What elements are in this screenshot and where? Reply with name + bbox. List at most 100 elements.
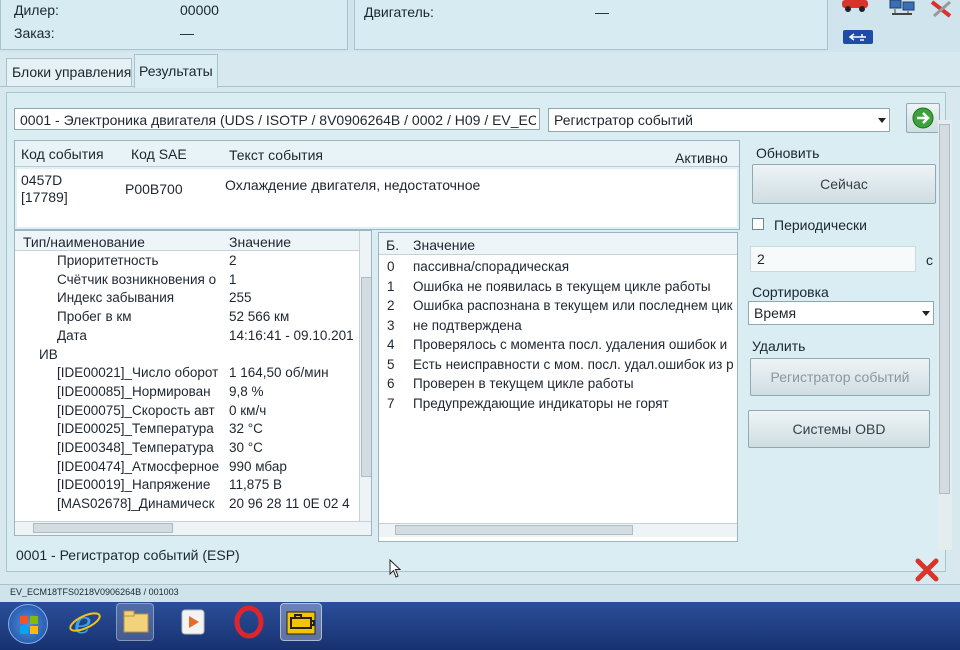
status-row-value: Проверен в текущем цикле работы xyxy=(413,376,634,391)
status-row-value: пассивна/спорадическая xyxy=(413,259,570,274)
status-hscroll-thumb[interactable] xyxy=(395,525,633,535)
side-vscroll[interactable] xyxy=(938,120,952,550)
details-row-name[interactable]: [IDE00085]_Нормирован xyxy=(57,384,223,399)
status-col-value[interactable]: Значение xyxy=(413,237,475,253)
details-row-name[interactable]: Дата xyxy=(57,328,223,343)
engine-value: — xyxy=(595,4,609,20)
status-row-value: Есть неисправности с мом. посл. удал.оши… xyxy=(413,356,734,372)
status-row-value: Проверялось с момента посл. удаления оши… xyxy=(413,337,728,352)
go-button[interactable] xyxy=(906,103,940,133)
obd-systems-button[interactable]: Системы OBD xyxy=(748,410,930,448)
periodic-label: Периодически xyxy=(774,217,867,233)
details-row-name[interactable]: [IDE00025]_Температура xyxy=(57,421,223,436)
event-table-header xyxy=(15,141,739,167)
svg-text:e: e xyxy=(74,606,92,641)
details-row-name[interactable]: Счётчик возникновения о xyxy=(57,272,223,287)
windows-logo-icon xyxy=(20,616,38,634)
side-vscroll-thumb[interactable] xyxy=(939,124,950,494)
footer-path: EV_ECM18TFS0218V0906264B / 001003 xyxy=(10,587,179,597)
details-row-value: 30 °C xyxy=(229,440,263,455)
delete-event-log-button-label: Регистратор событий xyxy=(770,369,910,385)
go-arrow-icon xyxy=(912,107,934,129)
obd-systems-button-label: Системы OBD xyxy=(792,421,886,437)
usb-icon[interactable] xyxy=(842,28,874,46)
details-vscroll[interactable] xyxy=(359,231,371,523)
status-bits-list: Б. Значение 0 пассивна/спорадическая 1 Ошиб… xyxy=(378,232,738,542)
col-active[interactable]: Активно xyxy=(675,150,728,166)
details-row-value: 11,875 В xyxy=(229,477,283,493)
status-row-value: Ошибка распознана в текущем или последне… xyxy=(413,298,733,313)
status-row-bit[interactable]: 5 xyxy=(387,357,407,372)
status-row-bit[interactable]: 3 xyxy=(387,318,407,333)
periodic-checkbox[interactable] xyxy=(752,218,764,230)
internet-explorer-icon[interactable]: e xyxy=(66,603,104,641)
vehicle-icon[interactable] xyxy=(840,0,870,12)
diagnostic-app-icon[interactable] xyxy=(280,603,322,641)
delete-event-log-button[interactable]: Регистратор событий xyxy=(750,358,930,396)
details-row-name[interactable]: [IDE00021]_Число оборот xyxy=(57,365,223,380)
details-row-name[interactable]: [IDE00019]_Напряжение xyxy=(57,477,223,492)
status-row-bit[interactable]: 6 xyxy=(387,376,407,391)
event-code-line1: 0457D xyxy=(21,172,63,188)
network-computers-icon[interactable] xyxy=(888,0,916,16)
details-col-name[interactable]: Тип/наименование xyxy=(23,234,145,250)
status-col-bit[interactable]: Б. xyxy=(386,237,399,253)
tab-control-units[interactable]: Блоки управления xyxy=(6,58,132,86)
status-hscroll[interactable] xyxy=(379,523,737,537)
details-row-value: 9,8 % xyxy=(229,383,264,399)
details-row-name[interactable]: ИВ xyxy=(39,347,139,362)
col-sae-code[interactable]: Код SAE xyxy=(131,146,187,162)
mode-selector-value: Регистратор событий xyxy=(554,112,693,128)
status-row-bit[interactable]: 1 xyxy=(387,279,407,294)
details-row-name[interactable]: Пробег в км xyxy=(57,309,223,324)
opera-browser-icon[interactable] xyxy=(230,603,268,641)
mode-selector[interactable]: Регистратор событий xyxy=(548,108,890,132)
close-icon[interactable] xyxy=(914,557,940,583)
tab-control-units-label: Блоки управления xyxy=(12,64,132,80)
details-row-value: 1 xyxy=(229,271,237,287)
control-unit-selector[interactable]: 0001 - Электроника двигателя (UDS / ISOT… xyxy=(14,108,540,130)
details-row-value: 52 566 км xyxy=(229,309,290,325)
tab-results[interactable]: Результаты xyxy=(134,54,218,88)
details-hscroll-thumb[interactable] xyxy=(33,523,173,533)
sort-selector-value: Время xyxy=(754,305,797,321)
start-button[interactable] xyxy=(8,604,48,644)
media-player-icon[interactable] xyxy=(174,603,212,641)
details-list: Тип/наименование Значение Приоритетность… xyxy=(14,230,372,536)
refresh-now-button-label: Сейчас xyxy=(820,176,868,192)
refresh-now-button[interactable]: Сейчас xyxy=(752,164,936,204)
details-row-value: 990 мбар xyxy=(229,458,287,474)
delete-label: Удалить xyxy=(752,338,806,354)
details-row-name[interactable]: Индекс забывания xyxy=(57,290,223,305)
event-table: Код события Код SAE Текст события Активн… xyxy=(14,140,740,230)
sort-selector[interactable]: Время xyxy=(748,301,934,325)
status-row-bit[interactable]: 4 xyxy=(387,337,407,352)
col-event-code[interactable]: Код события xyxy=(21,146,104,162)
details-row-name[interactable]: [IDE00348]_Температура xyxy=(57,440,223,455)
tools-icon[interactable] xyxy=(928,0,956,18)
file-explorer-icon[interactable] xyxy=(116,603,154,641)
details-hscroll[interactable] xyxy=(15,521,371,535)
status-row-bit[interactable]: 2 xyxy=(387,298,407,313)
status-row-bit[interactable]: 0 xyxy=(387,259,407,274)
details-vscroll-thumb[interactable] xyxy=(361,277,371,477)
col-event-text[interactable]: Текст события xyxy=(229,147,323,163)
details-row-value: 255 xyxy=(229,290,252,306)
event-sae-code: P00B700 xyxy=(125,181,183,197)
dealer-value: 00000 xyxy=(180,2,219,18)
dealer-label: Дилер: xyxy=(14,2,59,18)
tab-results-label: Результаты xyxy=(139,63,213,79)
details-row-name[interactable]: [MAS02678]_Динамическ xyxy=(57,496,223,511)
details-row-value: 1 164,50 об/мин xyxy=(229,365,329,381)
chevron-down-icon xyxy=(878,118,886,123)
details-row-name[interactable]: [IDE00075]_Скорость авт xyxy=(57,403,223,418)
details-row-name[interactable]: [IDE00474]_Атмосферное xyxy=(57,459,223,474)
details-row-name[interactable]: Приоритетность xyxy=(57,253,223,268)
interval-field[interactable]: 2 xyxy=(750,246,916,272)
sort-label: Сортировка xyxy=(752,284,829,300)
interval-unit: с xyxy=(926,252,933,268)
chevron-down-icon xyxy=(922,311,930,316)
status-row-bit[interactable]: 7 xyxy=(387,396,407,411)
event-row[interactable]: 0457D [17789] P00B700 Охлаждение двигате… xyxy=(17,169,737,227)
details-col-value[interactable]: Значение xyxy=(229,234,291,250)
